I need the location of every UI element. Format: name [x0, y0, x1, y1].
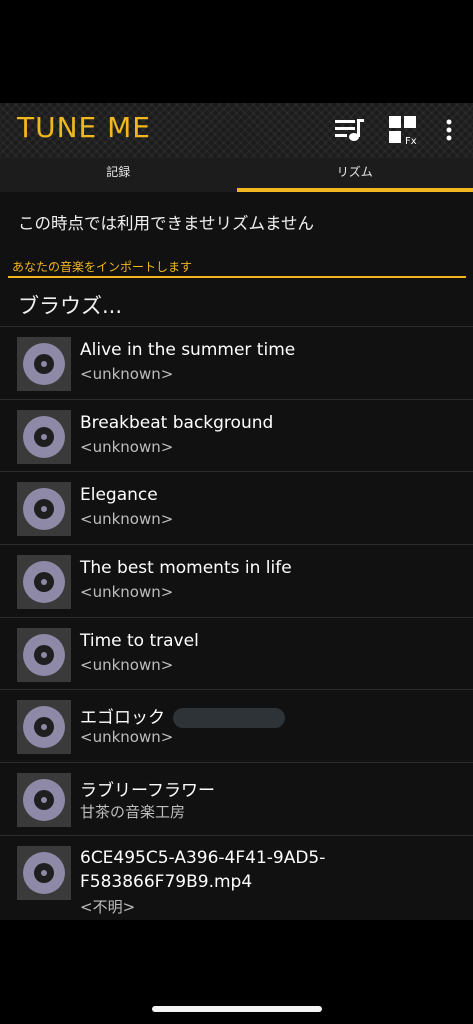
- redacted-block: [173, 708, 285, 729]
- main-content: この時点では利用できませリズムません あなたの音楽をインポートします ブラウズ.…: [0, 192, 473, 920]
- list-item[interactable]: Elegance <unknown>: [0, 471, 473, 544]
- disc-icon: [17, 773, 71, 828]
- track-artist: <不明>: [80, 897, 136, 916]
- track-title-row: エゴロック: [80, 703, 285, 729]
- list-item[interactable]: 6CE495C5-A396-4F41-9AD5-F583866F79B9.mp4…: [0, 834, 473, 923]
- disc-icon: [17, 482, 71, 537]
- track-artist: <unknown>: [80, 437, 174, 456]
- browse-button[interactable]: ブラウズ...: [18, 290, 122, 320]
- track-title: エゴロック: [80, 708, 165, 729]
- more-vertical-icon[interactable]: [440, 115, 458, 145]
- app-bar: TUNE ME Fx: [0, 103, 473, 158]
- list-item[interactable]: ラブリーフラワー 甘茶の音楽工房: [0, 762, 473, 835]
- track-title: 6CE495C5-A396-4F41-9AD5-F583866F79B9.mp4: [80, 847, 326, 892]
- track-title: Breakbeat background: [80, 412, 274, 433]
- grid-fx-icon[interactable]: Fx: [388, 115, 420, 145]
- tab-bar: 記録 リズム: [0, 158, 473, 192]
- app-title: TUNE ME: [17, 111, 151, 144]
- list-item[interactable]: The best moments in life <unknown>: [0, 544, 473, 617]
- disc-icon: [17, 700, 71, 755]
- unavailable-notice: この時点では利用できませリズムません: [18, 214, 315, 233]
- tab-rhythm[interactable]: リズム: [237, 158, 473, 192]
- track-title: ラブリーフラワー: [80, 781, 215, 802]
- track-list: Alive in the summer time <unknown> Break…: [0, 326, 473, 923]
- playlist-music-icon[interactable]: [334, 115, 366, 145]
- track-title: Elegance: [80, 485, 158, 506]
- disc-icon: [17, 845, 71, 900]
- disc-icon: [17, 409, 71, 464]
- disc-icon: [17, 627, 71, 682]
- tab-record[interactable]: 記録: [0, 158, 237, 192]
- status-bar-area: [0, 0, 473, 103]
- section-divider: [8, 276, 466, 278]
- track-artist: <unknown>: [80, 655, 174, 674]
- list-item[interactable]: Breakbeat background <unknown>: [0, 398, 473, 472]
- list-item[interactable]: Alive in the summer time <unknown>: [0, 326, 473, 399]
- disc-icon: [17, 337, 71, 391]
- list-item[interactable]: Time to travel <unknown>: [0, 616, 473, 690]
- track-artist: <unknown>: [80, 583, 174, 602]
- list-item[interactable]: エゴロック <unknown>: [0, 689, 473, 762]
- track-artist: <unknown>: [80, 510, 174, 529]
- import-section-header: あなたの音楽をインポートします: [12, 260, 193, 274]
- track-title: The best moments in life: [80, 558, 292, 579]
- track-title: Time to travel: [80, 630, 199, 651]
- track-artist: <unknown>: [80, 365, 174, 383]
- track-artist: <unknown>: [80, 728, 174, 747]
- track-artist: 甘茶の音楽工房: [80, 803, 186, 822]
- home-indicator[interactable]: [152, 1006, 322, 1012]
- fx-label: Fx: [405, 136, 417, 145]
- disc-icon: [17, 555, 71, 610]
- track-title: Alive in the summer time: [80, 340, 296, 360]
